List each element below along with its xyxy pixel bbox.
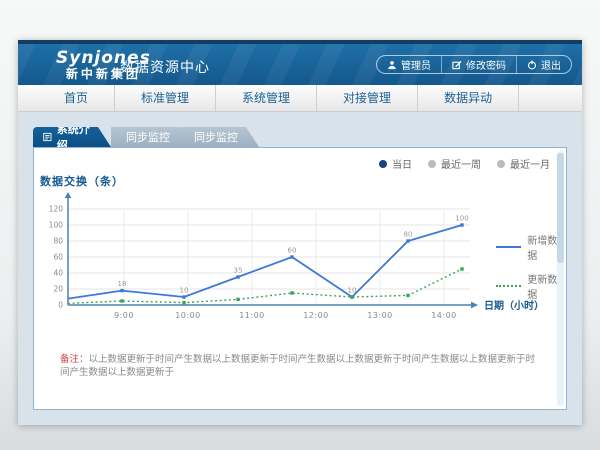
content-area: 系统介绍 同步监控 同步监控 当日 最近一周 bbox=[18, 112, 582, 425]
panel-scrollbar[interactable] bbox=[557, 151, 564, 406]
footnote-prefix: 备注： bbox=[60, 354, 89, 365]
change-password-button[interactable]: 修改密码 bbox=[441, 56, 516, 73]
legend-item-update-data[interactable]: 更新数据 bbox=[496, 271, 566, 301]
chart-legend: 新增数据 更新数据 bbox=[496, 232, 566, 301]
svg-text:18: 18 bbox=[118, 280, 127, 288]
svg-text:100: 100 bbox=[49, 221, 64, 230]
user-actions-group: 管理员 修改密码 退出 bbox=[376, 55, 572, 74]
svg-text:14:00: 14:00 bbox=[431, 311, 457, 320]
tab-sync-monitor-2[interactable]: 同步监控 bbox=[179, 127, 259, 147]
document-icon bbox=[43, 132, 52, 142]
svg-text:60: 60 bbox=[53, 253, 63, 262]
main-panel: 当日 最近一周 最近一月 数据交换（条） 0204060801001209:00… bbox=[33, 147, 567, 410]
app-header: Synjones 新中新集团 数据资源中心 管理员 修改 bbox=[18, 44, 582, 85]
admin-user-button[interactable]: 管理员 bbox=[377, 56, 441, 73]
svg-text:9:00: 9:00 bbox=[114, 311, 134, 320]
svg-text:80: 80 bbox=[404, 231, 413, 239]
app-title: 数据资源中心 bbox=[120, 57, 210, 77]
tab-bar: 系统介绍 同步监控 同步监控 bbox=[33, 127, 259, 147]
svg-text:100: 100 bbox=[455, 215, 468, 223]
tab-sync-monitor-2-label: 同步监控 bbox=[194, 129, 238, 145]
logout-button[interactable]: 退出 bbox=[516, 56, 571, 73]
tab-sync-monitor-1-label: 同步监控 bbox=[126, 129, 170, 145]
svg-text:80: 80 bbox=[53, 237, 63, 246]
admin-user-label: 管理员 bbox=[401, 57, 431, 72]
radio-unselected-icon bbox=[497, 160, 505, 168]
app-window: Synjones 新中新集团 数据资源中心 管理员 修改 bbox=[18, 40, 582, 425]
svg-text:10:00: 10:00 bbox=[175, 311, 201, 320]
exchange-chart: 0 20 40 60 80 100 120 9:00 10:00 11:00 12:00 13:00 1… bbox=[36, 186, 566, 334]
filter-option-last-month[interactable]: 最近一月 bbox=[497, 156, 550, 171]
edit-icon bbox=[452, 60, 462, 70]
legend-item-new-data[interactable]: 新增数据 bbox=[496, 232, 566, 262]
filter-today-label: 当日 bbox=[392, 156, 412, 171]
power-icon bbox=[527, 60, 537, 70]
logout-label: 退出 bbox=[541, 57, 561, 72]
time-range-filters: 当日 最近一周 最近一月 bbox=[379, 156, 550, 171]
filter-option-today[interactable]: 当日 bbox=[379, 156, 412, 171]
radio-unselected-icon bbox=[428, 160, 436, 168]
filter-option-last-week[interactable]: 最近一周 bbox=[428, 156, 481, 171]
tab-system-intro[interactable]: 系统介绍 bbox=[33, 127, 111, 147]
green-dotted-line-sample bbox=[496, 285, 521, 287]
radio-selected-icon bbox=[379, 160, 387, 168]
scrollbar-thumb[interactable] bbox=[557, 153, 564, 263]
nav-item-system-mgmt[interactable]: 系统管理 bbox=[216, 85, 317, 111]
filter-last-month-label: 最近一月 bbox=[510, 156, 550, 171]
svg-text:13:00: 13:00 bbox=[367, 311, 393, 320]
svg-text:20: 20 bbox=[53, 285, 63, 294]
nav-item-data-change[interactable]: 数据异动 bbox=[418, 85, 519, 111]
tab-sync-monitor-1[interactable]: 同步监控 bbox=[111, 127, 191, 147]
svg-text:12:00: 12:00 bbox=[303, 311, 329, 320]
svg-text:10: 10 bbox=[180, 287, 189, 295]
svg-text:35: 35 bbox=[234, 267, 243, 275]
nav-item-home[interactable]: 首页 bbox=[38, 85, 115, 111]
svg-text:11:00: 11:00 bbox=[239, 311, 265, 320]
footnote-text: 以上数据更新于时间产生数据以上数据更新于时间产生数据以上数据更新于时间产生数据以… bbox=[60, 354, 535, 378]
page-background: Synjones 新中新集团 数据资源中心 管理员 修改 bbox=[0, 0, 600, 450]
footnote: 备注：以上数据更新于时间产生数据以上数据更新于时间产生数据以上数据更新于时间产生… bbox=[60, 353, 536, 379]
svg-text:120: 120 bbox=[49, 205, 64, 214]
main-nav: 首页 标准管理 系统管理 对接管理 数据异动 bbox=[18, 85, 582, 112]
change-password-label: 修改密码 bbox=[466, 57, 506, 72]
svg-text:10: 10 bbox=[348, 287, 357, 295]
blue-line-sample bbox=[496, 246, 521, 248]
svg-text:40: 40 bbox=[53, 269, 63, 278]
nav-item-interface-mgmt[interactable]: 对接管理 bbox=[317, 85, 418, 111]
filter-last-week-label: 最近一周 bbox=[441, 156, 481, 171]
svg-text:60: 60 bbox=[288, 247, 297, 255]
nav-item-standard-mgmt[interactable]: 标准管理 bbox=[115, 85, 216, 111]
user-icon bbox=[387, 60, 397, 70]
svg-text:0: 0 bbox=[58, 301, 63, 310]
